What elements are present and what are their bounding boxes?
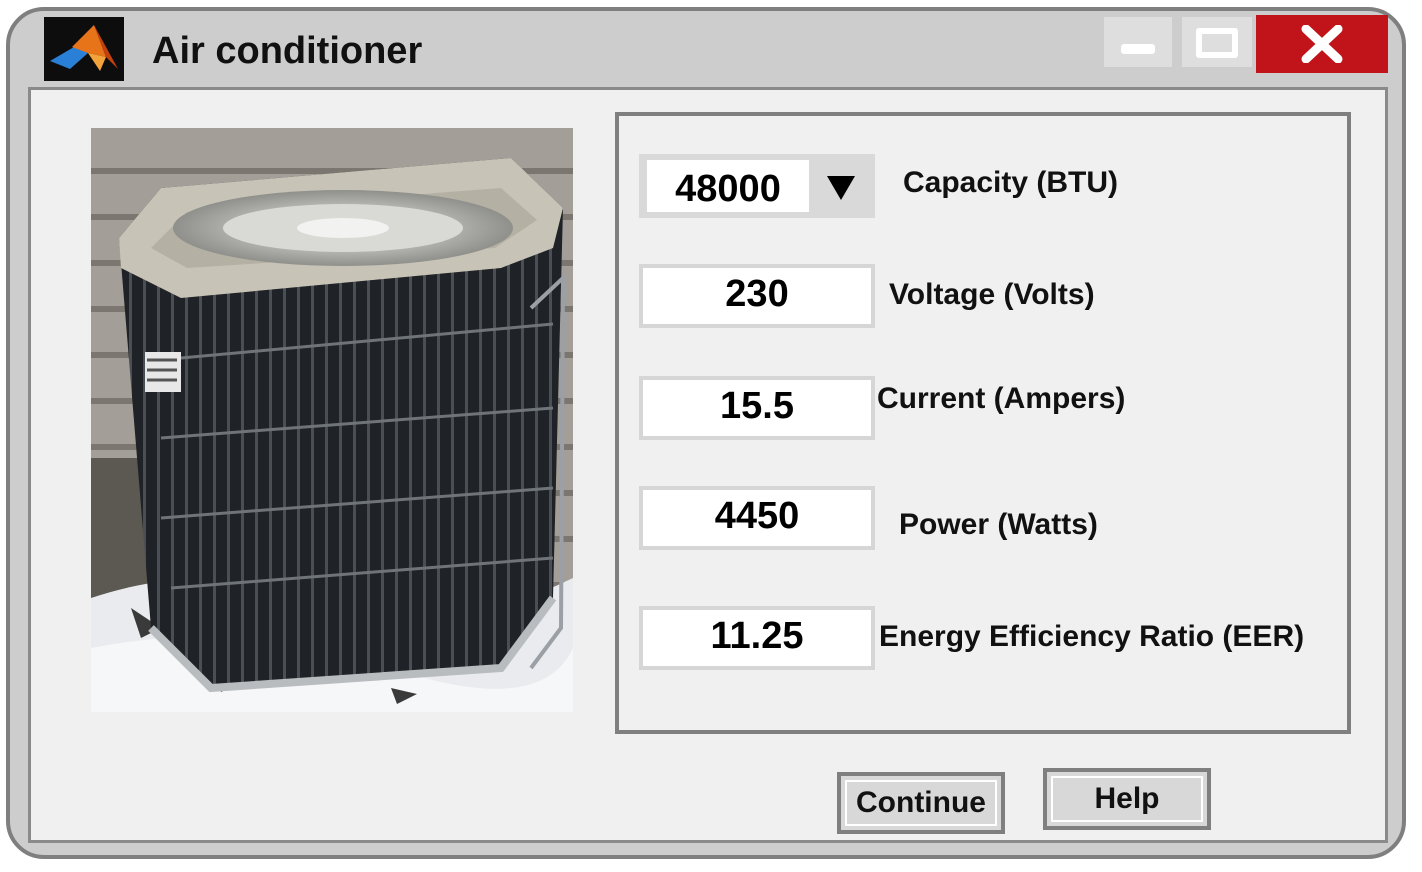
current-label: Current (Ampers) xyxy=(877,382,1126,415)
voltage-field[interactable]: 230 xyxy=(639,264,875,328)
maximize-button[interactable] xyxy=(1182,17,1252,67)
dropdown-arrow-icon[interactable] xyxy=(825,174,857,202)
window-title: Air conditioner xyxy=(152,30,423,72)
capacity-label: Capacity (BTU) xyxy=(903,166,1119,199)
air-conditioner-window: Air conditioner 48000 Capacity (BTU) 230… xyxy=(6,7,1406,859)
continue-button[interactable]: Continue xyxy=(837,772,1005,834)
title-bar[interactable]: Air conditioner xyxy=(10,11,1402,89)
close-icon xyxy=(1301,25,1343,63)
matlab-icon xyxy=(44,17,124,81)
close-button[interactable] xyxy=(1256,15,1388,73)
capacity-value: 48000 xyxy=(647,160,809,212)
voltage-label: Voltage (Volts) xyxy=(889,278,1095,311)
help-button[interactable]: Help xyxy=(1043,768,1211,830)
eer-label: Energy Efficiency Ratio (EER) xyxy=(879,620,1305,653)
window-content: 48000 Capacity (BTU) 230 Voltage (Volts)… xyxy=(28,87,1388,843)
parameters-panel: 48000 Capacity (BTU) 230 Voltage (Volts)… xyxy=(615,112,1351,734)
air-conditioner-image xyxy=(91,128,573,712)
minimize-button[interactable] xyxy=(1104,17,1172,67)
help-label: Help xyxy=(1094,782,1160,815)
power-field[interactable]: 4450 xyxy=(639,486,875,550)
current-field[interactable]: 15.5 xyxy=(639,376,875,440)
power-label: Power (Watts) xyxy=(899,508,1098,541)
eer-field[interactable]: 11.25 xyxy=(639,606,875,670)
capacity-dropdown[interactable]: 48000 xyxy=(639,154,875,218)
continue-label: Continue xyxy=(856,786,986,819)
